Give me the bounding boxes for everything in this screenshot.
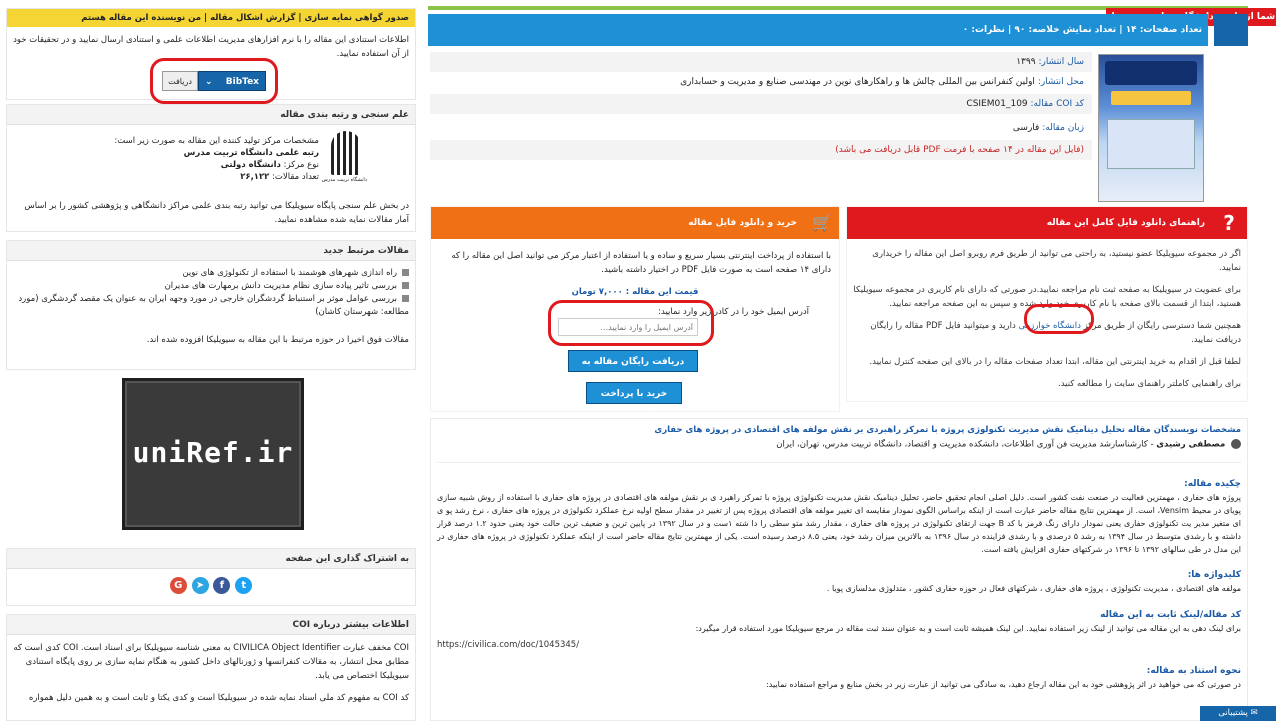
coi-header: اطلاعات بیشتر درباره COI: [7, 615, 415, 635]
rank-line2: رتبه علمی دانشگاه تربیت مدرس: [183, 148, 319, 158]
guide-header: ? راهنمای دانلود فایل کامل این مقاله: [847, 207, 1247, 239]
cite-text: در صورتی که می خواهید در اثر پژوهشی خود …: [766, 679, 1241, 689]
uniref-ad[interactable]: uniRef.ir: [122, 378, 304, 530]
meta-venue: محل انتشار: اولین کنفرانس بین المللی چال…: [680, 77, 1084, 87]
guide-p4: لطفا قبل از اقدام به خرید اینترنتی این م…: [869, 357, 1241, 367]
pdf-note: (فایل این مقاله در ۱۴ صفحه با فرمت PDF ق…: [430, 140, 1092, 160]
cite-title: نحوه استناد به مقاله:: [1146, 665, 1241, 676]
related-item[interactable]: راه اندازی شهرهای هوشمند با استفاده از ت…: [13, 267, 409, 280]
question-icon: ?: [1223, 211, 1235, 235]
facebook-icon[interactable]: f: [213, 577, 231, 594]
university-logo: دانشگاه تربیت مدرس: [322, 131, 367, 191]
share-header: به اشتراک گذاری این صفحه: [7, 549, 415, 569]
google-icon[interactable]: G: [169, 577, 187, 594]
support-button[interactable]: ✉ پشتیبانی: [1200, 706, 1276, 721]
meta-language: زبان مقاله: فارسی: [1012, 123, 1084, 133]
link-text: برای لینک دهی به این مقاله می توانید از …: [695, 623, 1241, 633]
share-panel: به اشتراک گذاری این صفحه G ➤ f t: [6, 548, 416, 606]
related-header: مقالات مرتبط جدید: [7, 241, 415, 261]
price: قیمت این مقاله : ۷,۰۰۰ تومان: [571, 287, 699, 297]
ranking-header: علم سنجی و رتبه بندی مقاله: [7, 105, 415, 125]
guide-p5: برای راهنمایی کاملتر راهنمای سایت را مطا…: [1058, 379, 1241, 389]
user-icon: [1231, 439, 1241, 449]
author-name[interactable]: مصطفی رشیدی: [1156, 440, 1225, 450]
guide-p1: اگر در مجموعه سیویلیکا عضو نیستید، به را…: [872, 249, 1241, 273]
coi-p1: COI مخفف عبارت CIVILICA Object Identifie…: [13, 643, 409, 681]
authors-heading: مشخصات نویسندگان مقاله تحلیل دینامیک نقش…: [654, 425, 1241, 435]
keywords-text: مولفه های اقتصادی ، مدیریت تکنولوژی ، پر…: [826, 583, 1241, 593]
rank-note: در بخش علم سنجی پایگاه سیویلیکا می توانی…: [24, 201, 409, 225]
highlight-bibtex: [150, 58, 278, 104]
coi-info-panel: اطلاعات بیشتر درباره COI COI مخفف عبارت …: [6, 614, 416, 721]
rank-line1: مشخصات مرکز تولید کننده این مقاله به صور…: [114, 136, 319, 146]
permalink[interactable]: https://civilica.com/doc/1045345/: [431, 636, 1247, 654]
online-buy-button[interactable]: خرید با پرداخت اینترنتی: [586, 382, 682, 421]
abstract-title: چکیده مقاله:: [1184, 478, 1241, 489]
stats-bar: تعداد صفحات: ۱۴ | تعداد نمایش خلاصه: ۹۰ …: [428, 14, 1208, 46]
keywords-title: کلیدواژه ها:: [1187, 569, 1241, 580]
meta-year: سال انتشار: ۱۳۹۹: [430, 52, 1092, 72]
buy-desc: با استفاده از پرداخت اینترنتی بسیار سریع…: [451, 251, 831, 275]
ranking-panel: علم سنجی و رتبه بندی مقاله دانشگاه تربیت…: [6, 104, 416, 232]
rank-line3: نوع مرکز: دانشگاه دولتی: [220, 160, 319, 170]
support-icon: ✉: [1250, 708, 1258, 718]
telegram-icon[interactable]: ➤: [191, 577, 209, 594]
rank-line4: تعداد مقالات: ۲۶,۱۲۲: [240, 172, 319, 182]
abstract-text: پروژه های حفاری ، مهمترین فعالیت در صنعت…: [437, 492, 1242, 554]
related-footer: مقالات فوق اخیرا در حوزه مرتبط با این مق…: [146, 335, 409, 345]
related-item[interactable]: بررسی عوامل موثر بر استنباط گردشگران خار…: [13, 293, 409, 319]
side-accent-bar: [1214, 14, 1248, 46]
highlight-email: [548, 300, 714, 346]
related-panel: مقالات مرتبط جدید راه اندازی شهرهای هوشم…: [6, 240, 416, 370]
link-title: کد مقاله/لینک ثابت به این مقاله: [1100, 609, 1241, 620]
cert-header: صدور گواهی نمایه سازی | گزارش اشکال مقال…: [7, 9, 415, 27]
cart-icon: 🛒: [812, 213, 832, 232]
conference-poster: [1098, 54, 1204, 202]
article-details-panel: مشخصات نویسندگان مقاله تحلیل دینامیک نقش…: [430, 418, 1248, 721]
free-download-button[interactable]: دریافت رایگان مقاله به صورت PDF: [568, 350, 698, 389]
buy-header: 🛒 خرید و دانلود فایل مقاله: [431, 207, 839, 239]
coi-p2: کد COI به مفهوم کد ملی اسناد نمایه شده د…: [28, 693, 409, 703]
twitter-icon[interactable]: t: [235, 577, 253, 594]
ad-brand: uniRef.ir: [132, 436, 294, 469]
highlight-university: [1024, 304, 1094, 334]
related-item[interactable]: بررسی تاثیر پیاده سازی نظام مدیریت دانش …: [13, 280, 409, 293]
author-row: مصطفی رشیدی - کارشناسارشد مدیریت فن آوری…: [431, 435, 1247, 454]
meta-coi: کد COI مقاله: CSIEM01_109: [430, 94, 1092, 114]
